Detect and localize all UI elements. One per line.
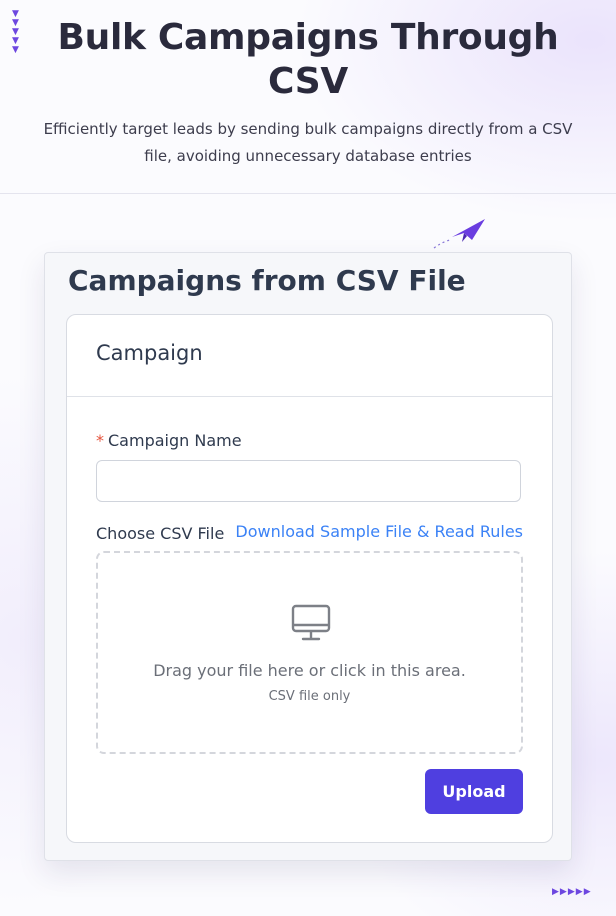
campaign-card: Campaigns from CSV File Campaign * Campai… [44,252,572,861]
paper-plane-icon [433,219,485,249]
triangle-right-icon: ▶ [575,887,583,897]
download-sample-link[interactable]: Download Sample File & Read Rules [235,522,523,541]
page-subtitle: Efficiently target leads by sending bulk… [43,120,573,165]
upload-button[interactable]: Upload [425,769,523,814]
choose-csv-label: Choose CSV File [96,524,225,543]
campaign-name-label: * Campaign Name [96,431,242,450]
file-dropzone[interactable]: Drag your file here or click in this are… [96,551,523,754]
dropzone-text: Drag your file here or click in this are… [153,661,466,680]
decor-arrows-right: ▶ ▶ ▶ ▶ ▶ [552,887,591,897]
page-title: Bulk Campaigns Through CSV [57,17,559,102]
triangle-right-icon: ▶ [559,887,567,897]
campaign-form: Campaign * Campaign Name Choose CSV File … [66,314,553,843]
dropzone-hint: CSV file only [268,689,351,704]
triangle-right-icon: ▶ [567,887,575,897]
campaign-name-input[interactable] [96,460,521,502]
required-marker: * [96,431,104,450]
section-title: Campaign [96,341,203,365]
monitor-icon [291,604,331,641]
triangle-right-icon: ▶ [583,887,591,897]
form-header: Campaign [67,315,552,397]
page-header: Bulk Campaigns Through CSV Efficiently t… [0,0,616,194]
triangle-right-icon: ▶ [552,887,559,897]
campaign-name-label-text: Campaign Name [108,431,242,450]
card-title: Campaigns from CSV File [68,264,466,297]
